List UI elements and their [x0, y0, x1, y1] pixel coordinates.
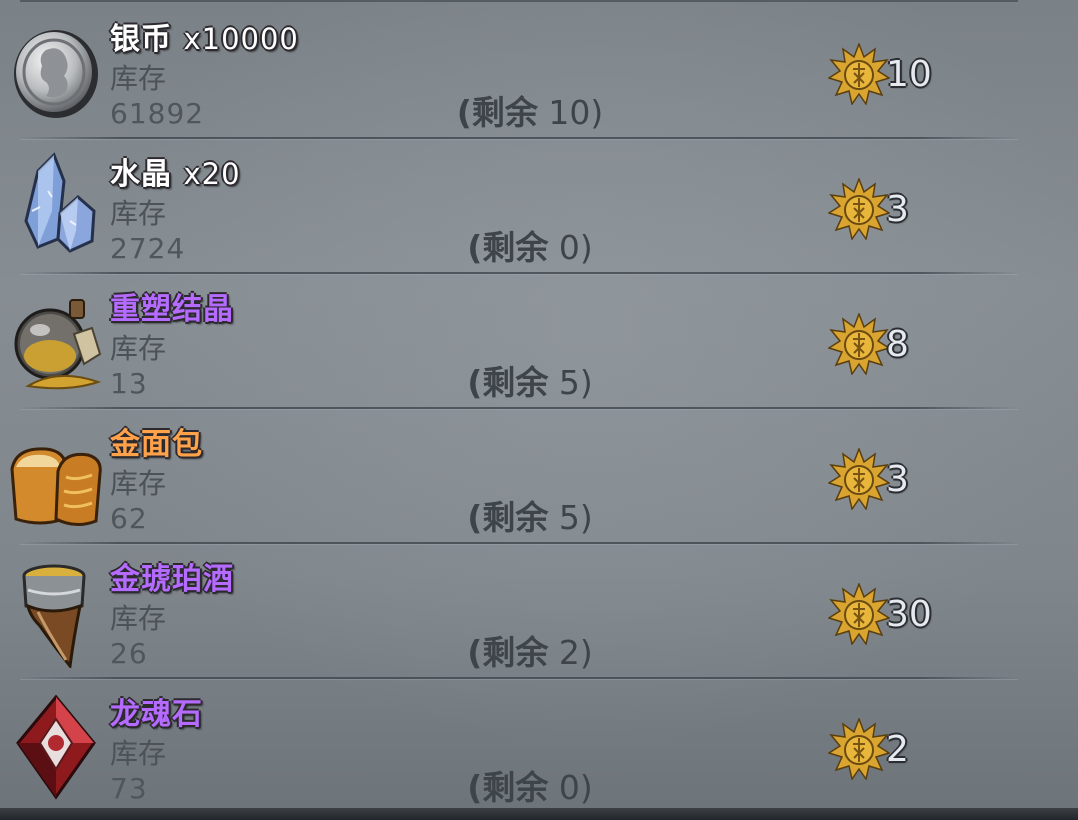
dragon-soul-stone-icon: [16, 694, 96, 800]
item-name: 龙魂石: [110, 697, 203, 732]
stock-label: 库存: [110, 602, 167, 635]
shop-item-row[interactable]: 重塑结晶 库存 13 (剩余 5) 8: [0, 274, 1078, 409]
stock-value: 2724: [110, 232, 186, 265]
top-divider: [20, 0, 1018, 2]
crystal-icon: [24, 152, 96, 253]
gold-medal-icon: [828, 583, 890, 645]
item-name: 水晶 x20: [110, 157, 241, 192]
silver-coin-icon: [14, 30, 98, 118]
price-value: 8: [886, 323, 909, 365]
item-name: 重塑结晶: [110, 292, 234, 327]
golden-amber-wine-icon: [22, 564, 86, 668]
price-button[interactable]: 3: [828, 177, 909, 241]
golden-bread-icon: [10, 447, 102, 526]
remaining-count: (剩余 2): [467, 633, 593, 672]
reshape-crystal-icon: [14, 299, 102, 390]
item-name: 银币 x10000: [110, 22, 299, 57]
gold-medal-icon: [828, 448, 890, 510]
price-button[interactable]: 3: [828, 447, 909, 511]
stock-label: 库存: [110, 737, 167, 770]
price-value: 3: [886, 458, 909, 500]
price-button[interactable]: 30: [828, 582, 932, 646]
gold-medal-icon: [828, 313, 890, 375]
shop-item-row[interactable]: 水晶 x20 库存 2724 (剩余 0) 3: [0, 139, 1078, 274]
stock-label: 库存: [110, 332, 167, 365]
price-value: 10: [886, 53, 932, 95]
remaining-count: (剩余 0): [467, 228, 593, 267]
shop-item-row[interactable]: 金面包 库存 62 (剩余 5) 3: [0, 409, 1078, 544]
stock-value: 26: [110, 637, 148, 670]
gold-medal-icon: [828, 43, 890, 105]
shop-item-row[interactable]: 龙魂石 库存 73 (剩余 0) 2: [0, 679, 1078, 814]
shop-list-panel: 银币 x10000 库存 61892 (剩余 10) 10 水晶 x20 库存 …: [0, 0, 1078, 820]
gold-medal-icon: [828, 178, 890, 240]
price-button[interactable]: 2: [828, 717, 909, 781]
remaining-count: (剩余 5): [467, 498, 593, 537]
bottom-bar: [0, 808, 1078, 820]
item-name: 金面包: [110, 427, 203, 462]
stock-value: 73: [110, 772, 148, 805]
stock-value: 62: [110, 502, 148, 535]
remaining-count: (剩余 0): [467, 768, 593, 807]
price-value: 2: [886, 728, 909, 770]
price-value: 30: [886, 593, 932, 635]
stock-label: 库存: [110, 197, 167, 230]
stock-value: 61892: [110, 97, 205, 130]
stock-label: 库存: [110, 467, 167, 500]
stock-value: 13: [110, 367, 148, 400]
price-button[interactable]: 8: [828, 312, 909, 376]
remaining-count: (剩余 10): [456, 93, 604, 132]
stock-label: 库存: [110, 62, 167, 95]
price-button[interactable]: 10: [828, 42, 932, 106]
remaining-count: (剩余 5): [467, 363, 593, 402]
gold-medal-icon: [828, 718, 890, 780]
shop-item-row[interactable]: 金琥珀酒 库存 26 (剩余 2) 30: [0, 544, 1078, 679]
price-value: 3: [886, 188, 909, 230]
shop-item-row[interactable]: 银币 x10000 库存 61892 (剩余 10) 10: [0, 4, 1078, 139]
item-name: 金琥珀酒: [110, 562, 234, 597]
